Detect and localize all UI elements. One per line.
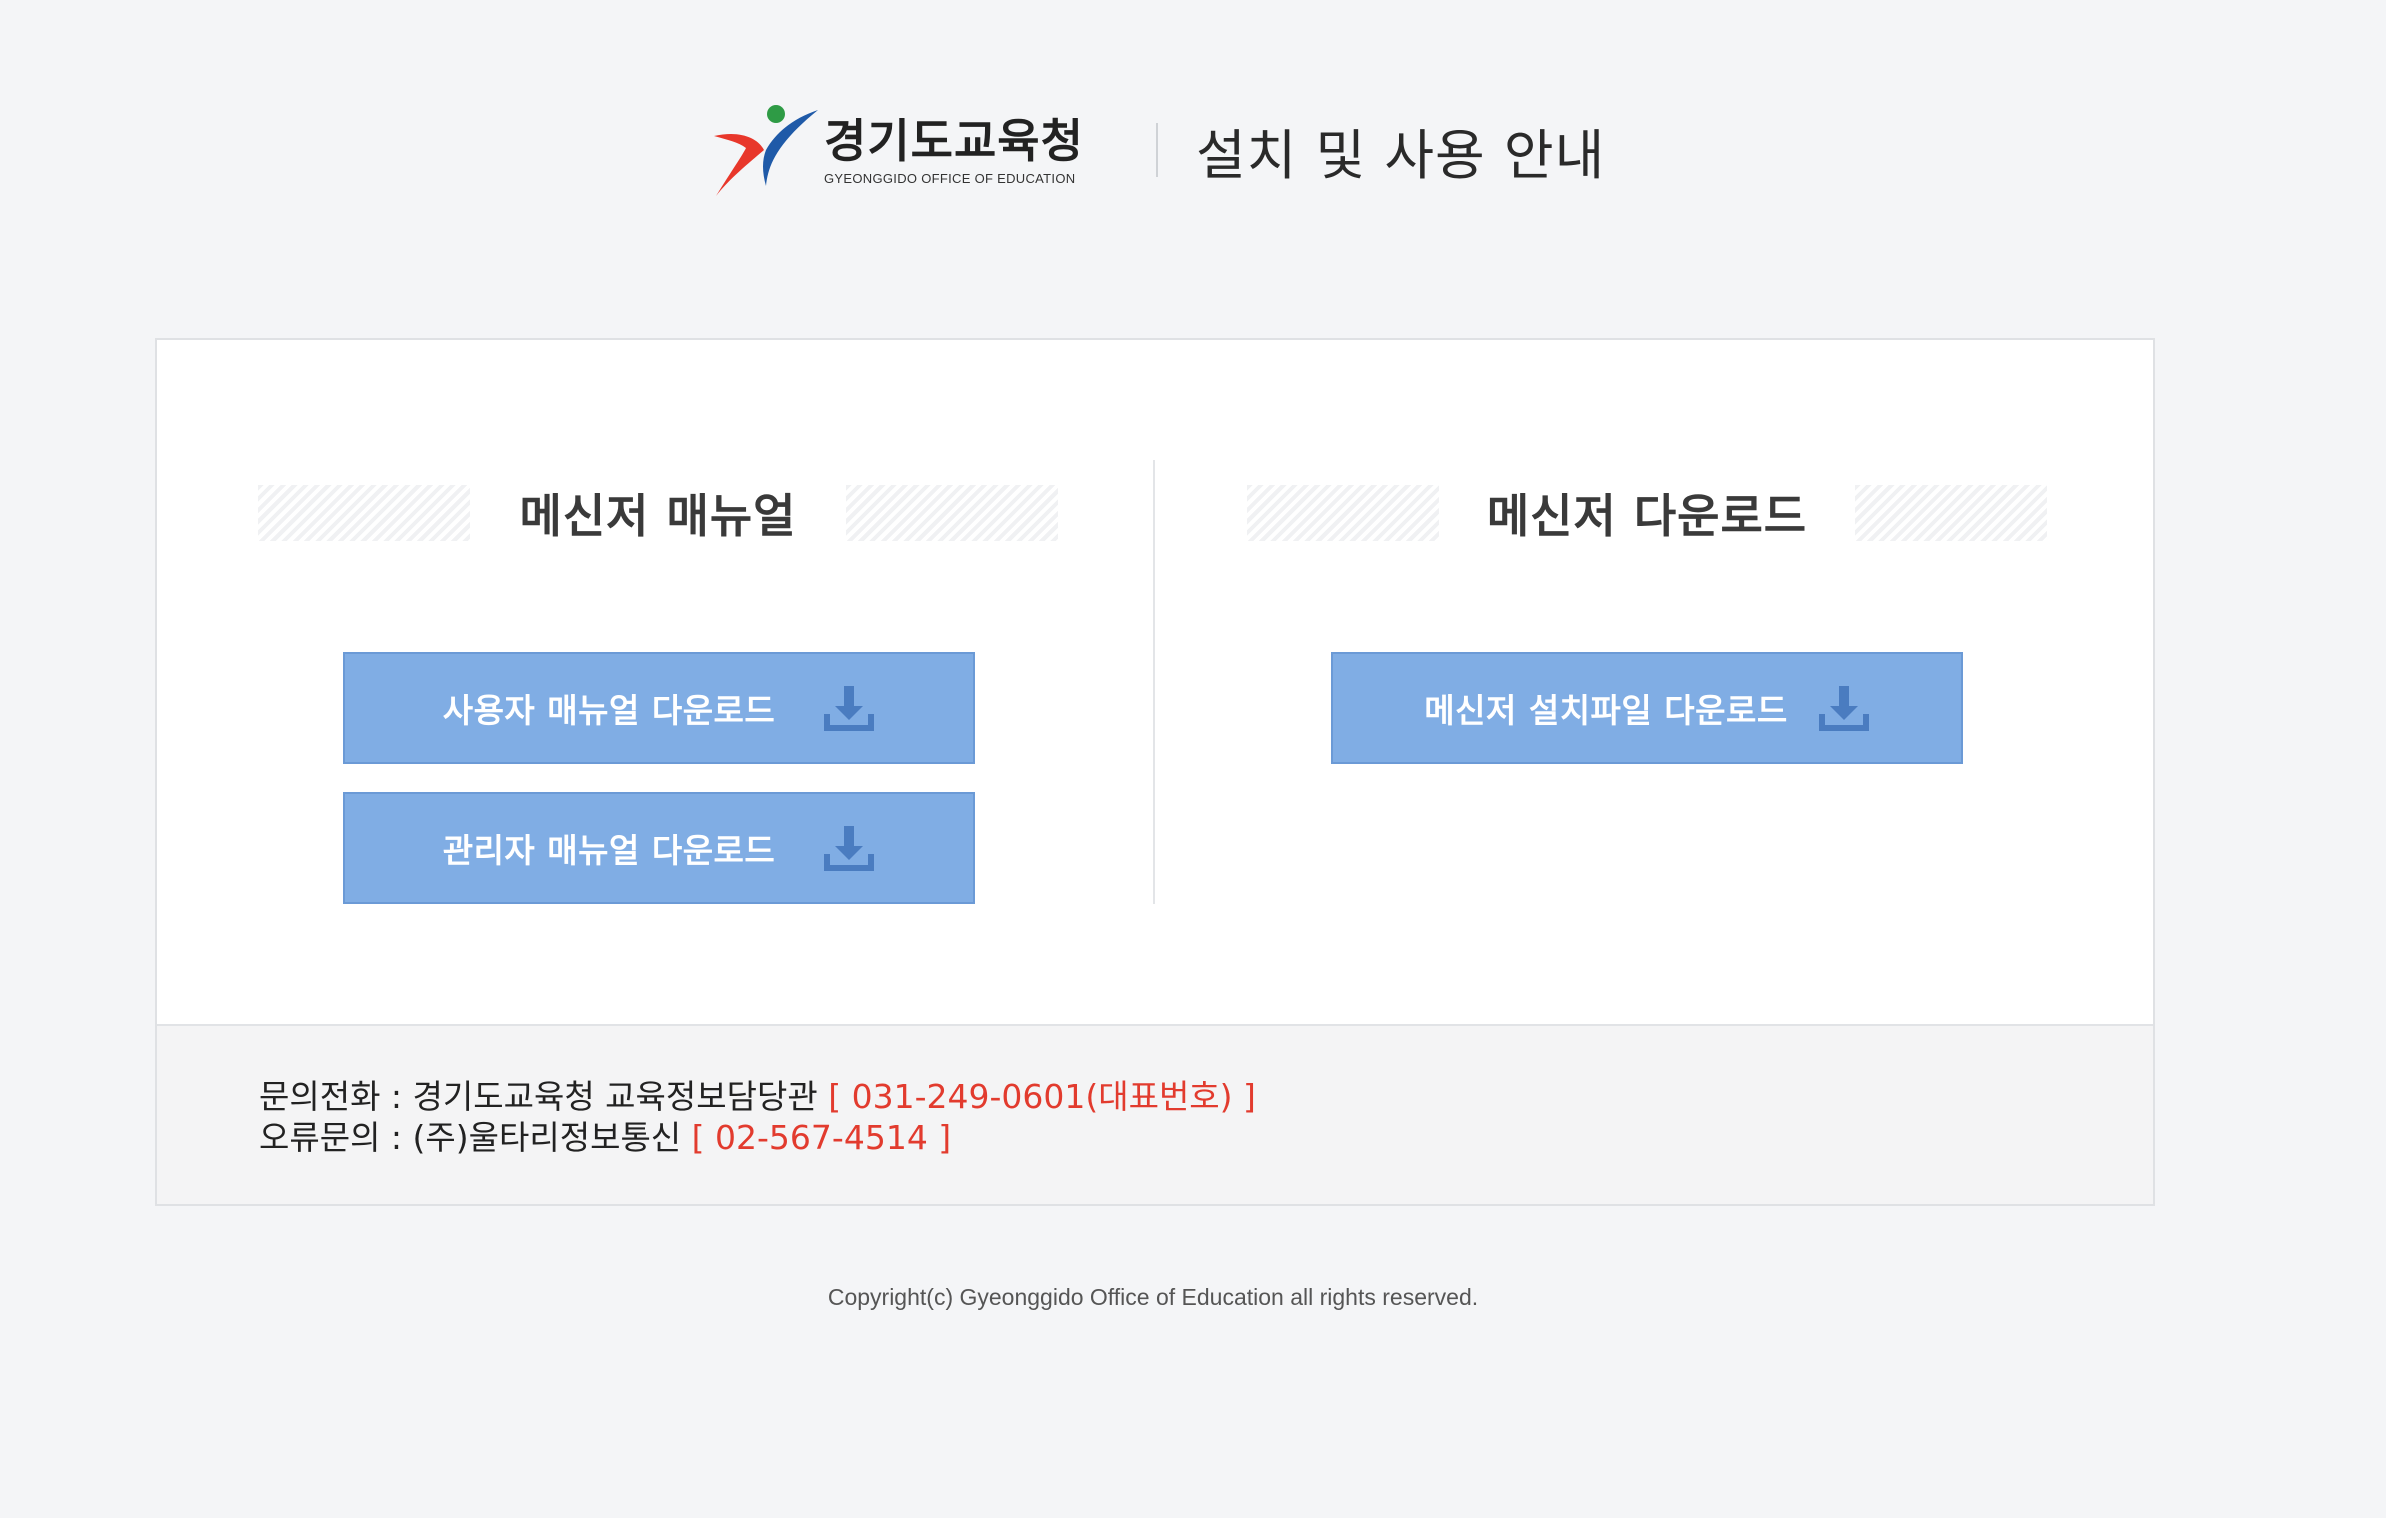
contact-error-line: 오류문의 : (주)울타리정보통신 [ 02-567-4514 ]	[259, 1117, 2153, 1158]
gyeonggi-logo-icon	[714, 105, 818, 196]
heading-hatch-right	[1855, 485, 2047, 541]
contact-error-label: 오류문의 : (주)울타리정보통신	[259, 1118, 682, 1157]
messenger-installer-download-label: 메신저 설치파일 다운로드	[1424, 691, 1788, 730]
messenger-installer-download-button[interactable]: 메신저 설치파일 다운로드	[1331, 652, 1963, 764]
contact-phone-line: 문의전화 : 경기도교육청 교육정보담당관 [ 031-249-0601(대표번…	[259, 1076, 2153, 1117]
heading-hatch-left	[258, 485, 470, 541]
logo-english-text: GYEONGGIDO OFFICE OF EDUCATION	[824, 170, 1076, 186]
card-body: 메신저 매뉴얼 사용자 매뉴얼 다운로드 관리자 매뉴얼 다운로드 메신저 다운…	[157, 340, 2153, 1024]
admin-manual-download-button[interactable]: 관리자 매뉴얼 다운로드	[343, 792, 975, 904]
download-heading-text: 메신저 다운로드	[1486, 489, 1808, 543]
manual-section: 메신저 매뉴얼 사용자 매뉴얼 다운로드 관리자 매뉴얼 다운로드	[157, 340, 1157, 1024]
page: 경기도교육청 GYEONGGIDO OFFICE OF EDUCATION 설치…	[0, 0, 2386, 1518]
copyright: Copyright(c) Gyeonggido Office of Educat…	[827, 1284, 1479, 1310]
logo-text: 경기도교육청 GYEONGGIDO OFFICE OF EDUCATION	[824, 115, 1084, 186]
download-section: 메신저 다운로드 메신저 설치파일 다운로드	[1155, 340, 2155, 1024]
logo-korean-text: 경기도교육청	[824, 113, 1084, 168]
manual-section-heading: 메신저 매뉴얼	[258, 485, 1058, 543]
user-manual-download-button[interactable]: 사용자 매뉴얼 다운로드	[343, 652, 975, 764]
main-card: 메신저 매뉴얼 사용자 매뉴얼 다운로드 관리자 매뉴얼 다운로드 메신저 다운…	[155, 338, 2155, 1206]
download-section-heading: 메신저 다운로드	[1247, 485, 2047, 543]
contact-info: 문의전화 : 경기도교육청 교육정보담당관 [ 031-249-0601(대표번…	[157, 1024, 2153, 1204]
logo[interactable]: 경기도교육청 GYEONGGIDO OFFICE OF EDUCATION	[710, 100, 1110, 200]
admin-manual-download-label: 관리자 매뉴얼 다운로드	[442, 831, 776, 870]
download-icon	[1818, 686, 1869, 731]
page-title: 설치 및 사용 안내	[1196, 123, 1606, 187]
download-icon	[824, 826, 875, 871]
heading-hatch-left	[1247, 485, 1439, 541]
header-divider	[1156, 123, 1158, 177]
contact-phone-number: [ 031-249-0601(대표번호) ]	[828, 1077, 1256, 1116]
manual-heading-text: 메신저 매뉴얼	[519, 489, 797, 543]
contact-phone-label: 문의전화 : 경기도교육청 교육정보담당관	[259, 1077, 818, 1116]
heading-hatch-right	[846, 485, 1058, 541]
user-manual-download-label: 사용자 매뉴얼 다운로드	[442, 691, 776, 730]
contact-error-number: [ 02-567-4514 ]	[691, 1118, 952, 1157]
header: 경기도교육청 GYEONGGIDO OFFICE OF EDUCATION 설치…	[710, 100, 1610, 200]
download-icon	[824, 686, 875, 731]
